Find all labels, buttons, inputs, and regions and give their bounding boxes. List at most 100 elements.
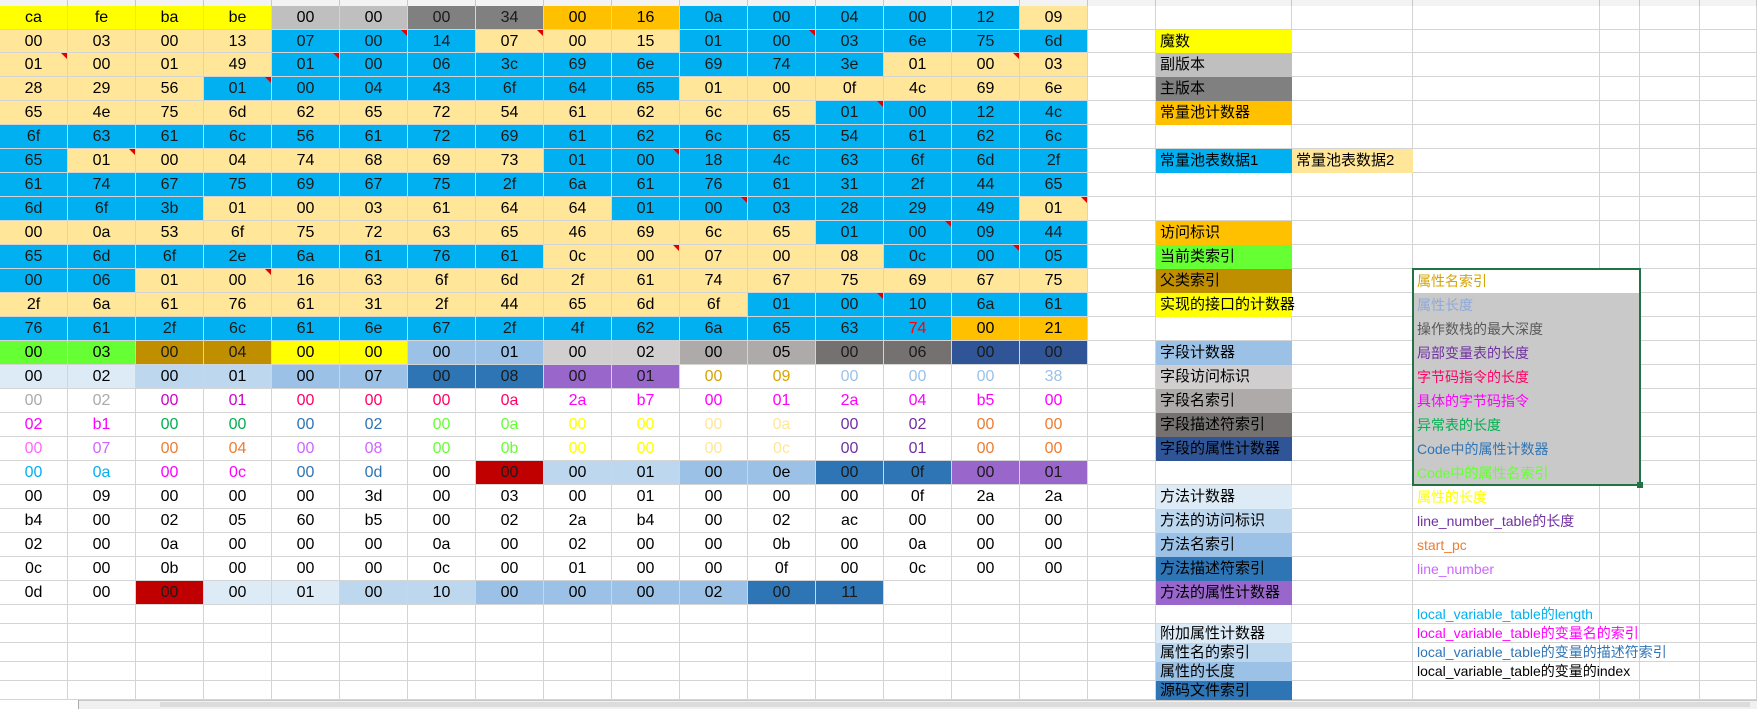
hex-cell[interactable]: 6f xyxy=(680,293,748,317)
hex-cell[interactable]: 0c xyxy=(0,557,68,581)
hex-cell[interactable]: 00 xyxy=(136,30,204,53)
hex-cell[interactable]: 00 xyxy=(136,461,204,485)
hex-cell[interactable]: 65 xyxy=(0,245,68,269)
hex-cell[interactable]: 01 xyxy=(612,485,680,509)
hex-cell[interactable]: 54 xyxy=(816,125,884,149)
hex-cell[interactable]: 43 xyxy=(408,77,476,101)
hex-cell[interactable]: 61 xyxy=(0,173,68,197)
hex-cell[interactable]: 00 xyxy=(748,6,816,30)
hex-cell[interactable]: 09 xyxy=(68,485,136,509)
hex-cell[interactable]: 0c xyxy=(884,245,952,269)
hex-cell[interactable]: 05 xyxy=(748,341,816,365)
hex-cell[interactable]: 65 xyxy=(544,293,612,317)
hex-cell[interactable]: 6f xyxy=(136,245,204,269)
hex-cell[interactable]: 67 xyxy=(340,173,408,197)
hex-cell[interactable]: 29 xyxy=(68,77,136,101)
hex-cell[interactable]: 00 xyxy=(952,413,1020,437)
column-header-q[interactable] xyxy=(1088,0,1156,6)
hex-cell[interactable]: 00 xyxy=(204,485,272,509)
hex-cell[interactable]: 00 xyxy=(544,30,612,53)
hex-cell[interactable]: 00 xyxy=(272,533,340,557)
hex-cell[interactable]: 00 xyxy=(68,581,136,605)
hex-cell[interactable]: 08 xyxy=(816,245,884,269)
hex-cell[interactable]: 01 xyxy=(1020,197,1088,221)
hex-cell[interactable]: 00 xyxy=(544,413,612,437)
hex-cell[interactable]: 04 xyxy=(340,77,408,101)
column-header-t[interactable] xyxy=(1413,0,1600,6)
hex-cell[interactable]: 03 xyxy=(68,341,136,365)
hex-cell[interactable]: 61 xyxy=(68,317,136,341)
hex-cell[interactable]: 75 xyxy=(816,269,884,293)
hex-cell[interactable]: 04 xyxy=(884,389,952,413)
hex-cell[interactable]: 61 xyxy=(1020,293,1088,317)
hex-cell[interactable]: 00 xyxy=(680,197,748,221)
hex-cell[interactable]: 61 xyxy=(544,125,612,149)
hex-cell[interactable]: 00 xyxy=(340,389,408,413)
hex-cell[interactable]: 00 xyxy=(1020,557,1088,581)
hex-cell[interactable]: 16 xyxy=(272,269,340,293)
hex-cell[interactable]: 05 xyxy=(1020,245,1088,269)
hex-cell[interactable]: 0f xyxy=(884,461,952,485)
hex-cell[interactable]: 6d xyxy=(68,245,136,269)
hex-cell[interactable]: 00 xyxy=(884,365,952,389)
column-header-w[interactable] xyxy=(1700,0,1757,6)
hex-cell[interactable]: 00 xyxy=(612,149,680,173)
hex-cell[interactable]: 01 xyxy=(544,557,612,581)
hex-cell[interactable]: 00 xyxy=(136,341,204,365)
hex-cell[interactable]: 13 xyxy=(204,30,272,53)
hex-cell[interactable]: 65 xyxy=(612,77,680,101)
hex-cell[interactable]: 75 xyxy=(1020,269,1088,293)
hex-cell[interactable]: 65 xyxy=(748,125,816,149)
hex-cell[interactable]: 05 xyxy=(204,509,272,533)
hex-cell[interactable]: 00 xyxy=(340,53,408,77)
hex-cell[interactable]: 61 xyxy=(408,197,476,221)
hex-cell[interactable]: 31 xyxy=(340,293,408,317)
hex-cell[interactable]: 46 xyxy=(544,221,612,245)
hex-cell[interactable]: 03 xyxy=(476,485,544,509)
hex-cell[interactable]: 00 xyxy=(952,341,1020,365)
hex-cell[interactable]: 61 xyxy=(612,269,680,293)
hex-cell[interactable]: 00 xyxy=(952,53,1020,77)
hex-cell[interactable]: 01 xyxy=(136,269,204,293)
spreadsheet-grid[interactable]: ca fe ba be 00 00 00 34 00 16 0a 00 04 00 12 09 00 03 00 13… xyxy=(0,0,1757,709)
hex-cell[interactable]: 00 xyxy=(0,365,68,389)
hex-cell[interactable]: 56 xyxy=(272,125,340,149)
hex-cell[interactable]: 01 xyxy=(816,101,884,125)
hex-cell[interactable]: 0e xyxy=(748,461,816,485)
hex-cell[interactable]: b4 xyxy=(612,509,680,533)
hex-cell[interactable]: 00 xyxy=(476,461,544,485)
hex-cell[interactable]: 2e xyxy=(204,245,272,269)
hex-cell[interactable]: 49 xyxy=(204,53,272,77)
hex-cell[interactable]: 75 xyxy=(952,30,1020,53)
hex-cell[interactable]: 00 xyxy=(748,485,816,509)
hex-cell[interactable]: 2f xyxy=(136,317,204,341)
hex-cell[interactable]: 54 xyxy=(476,101,544,125)
hex-cell[interactable]: b7 xyxy=(612,389,680,413)
hex-cell[interactable]: 00 xyxy=(0,341,68,365)
hex-cell[interactable]: 72 xyxy=(408,101,476,125)
hex-cell[interactable]: 61 xyxy=(272,293,340,317)
hex-cell[interactable]: 01 xyxy=(272,581,340,605)
hex-cell[interactable]: 00 xyxy=(748,581,816,605)
hex-cell[interactable]: 00 xyxy=(408,413,476,437)
hex-cell[interactable]: 6c xyxy=(1020,125,1088,149)
hex-cell[interactable]: 69 xyxy=(680,53,748,77)
hex-cell[interactable]: 00 xyxy=(408,341,476,365)
hex-cell[interactable]: 00 xyxy=(680,341,748,365)
hex-cell[interactable]: 3d xyxy=(340,485,408,509)
hex-cell[interactable]: 44 xyxy=(952,173,1020,197)
hex-cell[interactable]: 00 xyxy=(612,533,680,557)
hex-cell[interactable]: 00 xyxy=(204,581,272,605)
hex-cell[interactable]: 00 xyxy=(408,509,476,533)
hex-cell[interactable]: 6f xyxy=(408,269,476,293)
hex-cell[interactable]: 00 xyxy=(340,533,408,557)
hex-cell[interactable]: 00 xyxy=(816,437,884,461)
hex-cell[interactable]: 00 xyxy=(816,485,884,509)
hex-cell[interactable]: 00 xyxy=(204,557,272,581)
hex-cell[interactable]: 0d xyxy=(340,461,408,485)
hex-cell[interactable]: 00 xyxy=(340,30,408,53)
hex-cell[interactable]: 65 xyxy=(340,101,408,125)
hex-cell[interactable]: 00 xyxy=(272,461,340,485)
hex-cell[interactable]: 00 xyxy=(544,485,612,509)
hex-cell[interactable]: 01 xyxy=(748,389,816,413)
